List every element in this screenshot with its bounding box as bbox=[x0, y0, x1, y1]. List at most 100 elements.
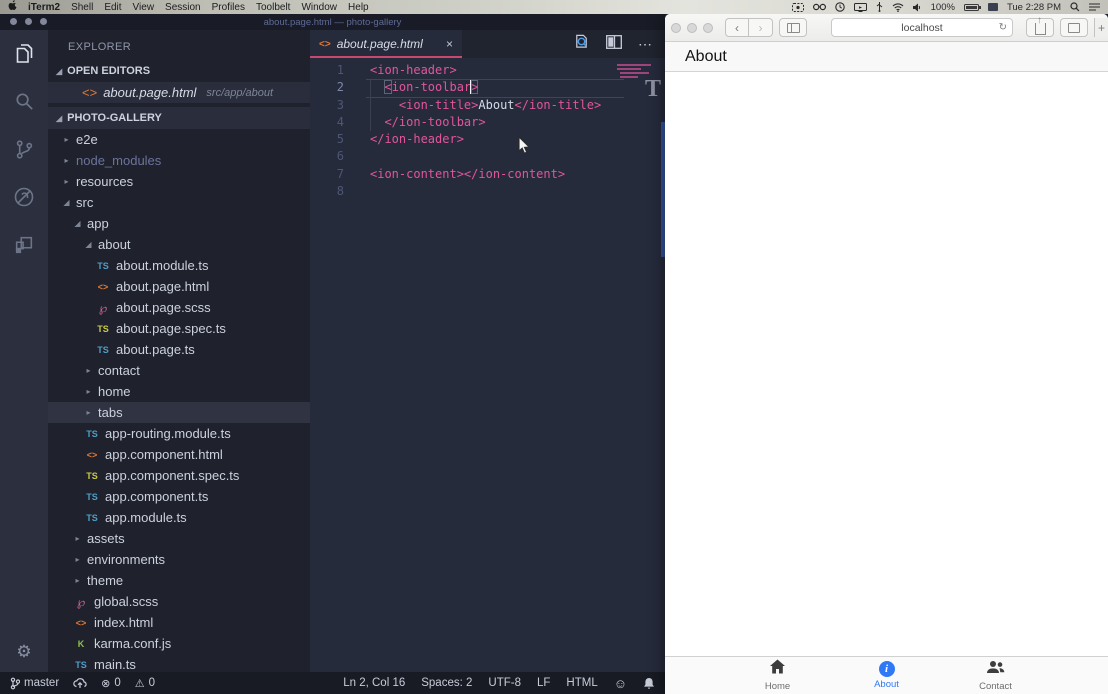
tab-home[interactable]: Home bbox=[723, 657, 832, 694]
code-line-4[interactable]: 4 </ion-toolbar> bbox=[310, 114, 665, 131]
tree-item-about-page-ts[interactable]: TSabout.page.ts bbox=[48, 339, 310, 360]
code-editor[interactable]: 1<ion-header>2 <ion-toolbar>3 <ion-title… bbox=[310, 58, 665, 672]
tree-item-theme[interactable]: ▸theme bbox=[48, 570, 310, 591]
tree-item-karma-conf-js[interactable]: Kkarma.conf.js bbox=[48, 633, 310, 654]
forward-button[interactable]: › bbox=[749, 18, 773, 37]
tree-item-src[interactable]: ◢src bbox=[48, 192, 310, 213]
code-line-7[interactable]: 7<ion-content></ion-content> bbox=[310, 166, 665, 183]
split-editor-icon[interactable] bbox=[606, 35, 622, 54]
dongle-icon[interactable] bbox=[876, 2, 883, 12]
reload-icon[interactable]: ↻ bbox=[999, 22, 1007, 33]
clock-icon[interactable] bbox=[835, 2, 845, 12]
eol-status[interactable]: LF bbox=[537, 677, 550, 689]
vscode-titlebar[interactable]: about.page.html — photo-gallery bbox=[0, 14, 665, 30]
open-editors-section[interactable]: ◢ OPEN EDITORS bbox=[48, 60, 310, 82]
tab-about[interactable]: iAbout bbox=[832, 657, 941, 694]
feedback-smiley-icon[interactable]: ☺ bbox=[614, 676, 627, 691]
code-text bbox=[358, 183, 370, 200]
binoculars-icon[interactable] bbox=[813, 3, 826, 11]
menubar-menu-help[interactable]: Help bbox=[348, 2, 369, 13]
menubar-menu-shell[interactable]: Shell bbox=[71, 2, 93, 13]
code-line-8[interactable]: 8 bbox=[310, 183, 665, 200]
tree-item-app-module-ts[interactable]: TSapp.module.ts bbox=[48, 507, 310, 528]
tree-item-environments[interactable]: ▸environments bbox=[48, 549, 310, 570]
project-section-header[interactable]: ◢ PHOTO-GALLERY bbox=[48, 107, 310, 129]
files-icon[interactable] bbox=[11, 40, 37, 66]
volume-icon[interactable] bbox=[913, 3, 922, 12]
settings-gear-icon[interactable]: ⚙ bbox=[0, 642, 48, 662]
git-branch-status[interactable]: master bbox=[10, 677, 59, 690]
debug-icon[interactable] bbox=[11, 184, 37, 210]
tree-item-resources[interactable]: ▸resources bbox=[48, 171, 310, 192]
tree-item-e2e[interactable]: ▸e2e bbox=[48, 129, 310, 150]
input-source-flag-icon[interactable] bbox=[988, 3, 998, 11]
more-actions-icon[interactable]: ⋯ bbox=[638, 36, 653, 53]
code-line-1[interactable]: 1<ion-header> bbox=[310, 62, 665, 79]
safari-traffic-lights[interactable] bbox=[671, 23, 713, 33]
source-control-icon[interactable] bbox=[11, 136, 37, 162]
tree-item-global-scss[interactable]: ℘global.scss bbox=[48, 591, 310, 612]
notifications-bell-icon[interactable] bbox=[643, 677, 655, 690]
code-line-3[interactable]: 3 <ion-title>About</ion-title> bbox=[310, 97, 665, 114]
share-icon bbox=[1035, 23, 1046, 35]
tree-item-index-html[interactable]: <>index.html bbox=[48, 612, 310, 633]
back-button[interactable]: ‹ bbox=[725, 18, 749, 37]
encoding-status[interactable]: UTF-8 bbox=[488, 677, 521, 689]
menubar-clock[interactable]: Tue 2:28 PM bbox=[1007, 2, 1061, 13]
tab-contact[interactable]: Contact bbox=[941, 657, 1050, 694]
tree-item-tabs[interactable]: ▸tabs bbox=[48, 402, 310, 423]
vscode-traffic-lights[interactable] bbox=[10, 18, 47, 25]
tree-item-app-routing-module-ts[interactable]: TSapp-routing.module.ts bbox=[48, 423, 310, 444]
tree-item-app[interactable]: ◢app bbox=[48, 213, 310, 234]
warnings-status[interactable]: ⚠0 bbox=[135, 677, 155, 690]
notification-center-icon[interactable] bbox=[1089, 3, 1100, 12]
code-line-6[interactable]: 6 bbox=[310, 148, 665, 165]
tab-close-icon[interactable]: × bbox=[446, 37, 453, 51]
search-icon[interactable] bbox=[11, 88, 37, 114]
share-button[interactable] bbox=[1026, 18, 1054, 37]
apple-menu-icon[interactable] bbox=[8, 0, 17, 14]
tree-item-app-component-ts[interactable]: TSapp.component.ts bbox=[48, 486, 310, 507]
menubar-menu-edit[interactable]: Edit bbox=[104, 2, 121, 13]
cursor-position-status[interactable]: Ln 2, Col 16 bbox=[343, 677, 405, 689]
tree-item-assets[interactable]: ▸assets bbox=[48, 528, 310, 549]
tree-item-home[interactable]: ▸home bbox=[48, 381, 310, 402]
tree-item-label: global.scss bbox=[94, 594, 158, 609]
tab-overview-button[interactable] bbox=[1060, 18, 1088, 37]
tree-item-main-ts[interactable]: TSmain.ts bbox=[48, 654, 310, 672]
new-tab-button[interactable]: + bbox=[1094, 18, 1108, 37]
tree-item-about[interactable]: ◢about bbox=[48, 234, 310, 255]
tree-item-about-module-ts[interactable]: TSabout.module.ts bbox=[48, 255, 310, 276]
tree-item-node-modules[interactable]: ▸node_modules bbox=[48, 150, 310, 171]
tab-about-page-html[interactable]: <> about.page.html × bbox=[310, 30, 462, 58]
language-mode-status[interactable]: HTML bbox=[566, 677, 597, 689]
menubar-app-name[interactable]: iTerm2 bbox=[28, 2, 60, 13]
indentation-status[interactable]: Spaces: 2 bbox=[421, 677, 472, 689]
code-line-5[interactable]: 5</ion-header> bbox=[310, 131, 665, 148]
menubar-menu-window[interactable]: Window bbox=[301, 2, 337, 13]
tree-item-about-page-spec-ts[interactable]: TSabout.page.spec.ts bbox=[48, 318, 310, 339]
tree-item-contact[interactable]: ▸contact bbox=[48, 360, 310, 381]
tree-item-about-page-scss[interactable]: ℘about.page.scss bbox=[48, 297, 310, 318]
menubar-menu-toolbelt[interactable]: Toolbelt bbox=[256, 2, 290, 13]
tree-item-app-component-spec-ts[interactable]: TSapp.component.spec.ts bbox=[48, 465, 310, 486]
menubar-menu-session[interactable]: Session bbox=[165, 2, 201, 13]
address-bar[interactable]: localhost ↻ bbox=[831, 18, 1013, 37]
open-editor-item[interactable]: <> about.page.html src/app/about bbox=[48, 82, 310, 103]
menubar-menu-view[interactable]: View bbox=[133, 2, 155, 13]
open-changes-icon[interactable] bbox=[573, 33, 590, 55]
display-mirroring-icon[interactable] bbox=[854, 3, 867, 12]
tree-item-label: src bbox=[76, 195, 93, 210]
battery-icon[interactable] bbox=[964, 4, 979, 11]
sidebar-toggle-button[interactable] bbox=[779, 18, 807, 37]
extensions-icon[interactable] bbox=[11, 232, 37, 258]
errors-status[interactable]: ⊗0 bbox=[101, 677, 121, 690]
spotlight-icon[interactable] bbox=[1070, 2, 1080, 12]
wifi-icon[interactable] bbox=[892, 3, 904, 12]
publish-changes-button[interactable] bbox=[73, 677, 87, 689]
code-line-2[interactable]: 2 <ion-toolbar> bbox=[310, 79, 665, 96]
menubar-menu-profiles[interactable]: Profiles bbox=[212, 2, 245, 13]
tree-item-app-component-html[interactable]: <>app.component.html bbox=[48, 444, 310, 465]
screen-capture-icon[interactable] bbox=[792, 3, 804, 12]
tree-item-about-page-html[interactable]: <>about.page.html bbox=[48, 276, 310, 297]
